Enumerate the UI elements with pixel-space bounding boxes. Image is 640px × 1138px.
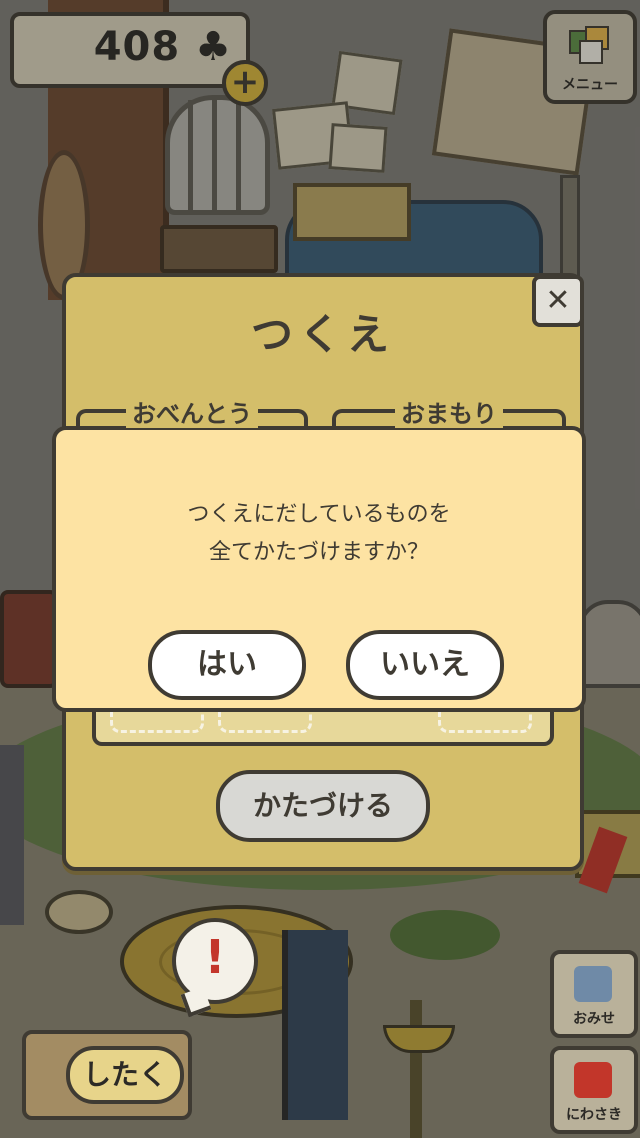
- dialog-line-2: 全てかたづけますか？: [208, 540, 429, 565]
- omise-label: おみせ: [573, 1011, 615, 1027]
- close-button[interactable]: ✕: [532, 275, 584, 327]
- desk-title: つくえ: [250, 310, 395, 359]
- no-button[interactable]: いいえ: [346, 630, 504, 700]
- put-away-button[interactable]: かたづける: [216, 770, 430, 842]
- dialog-message: つくえにだしているものを 全てかたづけますか？: [56, 496, 582, 572]
- yes-button[interactable]: はい: [148, 630, 306, 700]
- exclamation-icon: !: [204, 930, 226, 984]
- niwasaki-button[interactable]: にわさき: [550, 1046, 638, 1134]
- confirm-dialog: つくえにだしているものを 全てかたづけますか？ はい いいえ: [52, 426, 586, 712]
- section-omamori-label: おまもり: [395, 400, 503, 428]
- shitaku-button[interactable]: したく: [22, 1030, 192, 1120]
- section-bento-label: おべんとう: [126, 400, 258, 428]
- shitaku-label: したく: [66, 1046, 184, 1104]
- shop-icon: [574, 966, 612, 1002]
- mailbox-icon: [574, 1062, 612, 1098]
- section-bento: おべんとう: [76, 394, 308, 433]
- dialog-line-1: つくえにだしているものを: [187, 502, 451, 527]
- omise-button[interactable]: おみせ: [550, 950, 638, 1038]
- alert-bubble[interactable]: !: [172, 918, 258, 1004]
- niwasaki-label: にわさき: [566, 1107, 622, 1123]
- section-omamori: おまもり: [332, 394, 566, 433]
